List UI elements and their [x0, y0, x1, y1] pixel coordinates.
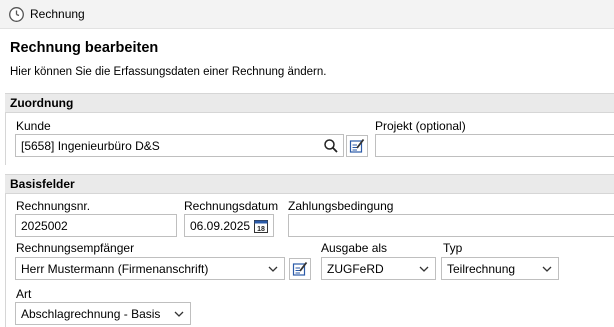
calendar-icon[interactable]: 18	[253, 218, 269, 234]
rechnungsdatum-value: 06.09.2025	[190, 219, 251, 233]
empfaenger-edit-button[interactable]	[289, 258, 311, 280]
ausgabe-label: Ausgabe als	[321, 241, 388, 255]
edit-icon	[292, 261, 308, 276]
chevron-down-icon	[268, 266, 278, 272]
clock-icon	[9, 7, 24, 22]
rechnungsnr-value: 2025002	[21, 219, 68, 233]
art-label: Art	[16, 287, 32, 301]
rechnungsnr-field[interactable]: 2025002	[15, 214, 177, 237]
window-titlebar: Rechnung	[0, 0, 614, 29]
projekt-label: Projekt (optional)	[375, 119, 466, 133]
search-icon[interactable]	[323, 138, 339, 154]
chevron-down-icon	[419, 266, 429, 272]
kunde-edit-button[interactable]	[346, 135, 368, 157]
page-title: Rechnung bearbeiten	[10, 40, 159, 56]
kunde-label: Kunde	[16, 119, 51, 133]
section-header-zuordnung: Zuordnung	[5, 93, 614, 113]
rechnungsdatum-field[interactable]: 06.09.2025 18	[184, 214, 274, 237]
typ-label: Typ	[443, 241, 463, 255]
typ-value: Teilrechnung	[447, 262, 516, 276]
kunde-field[interactable]: [5658] Ingenieurbüro D&S	[15, 134, 344, 157]
empfaenger-select[interactable]: Herr Mustermann (Firmenanschrift)	[15, 257, 285, 280]
kunde-value: [5658] Ingenieurbüro D&S	[21, 139, 160, 153]
chevron-down-icon	[174, 311, 184, 317]
ausgabe-select[interactable]: ZUGFeRD	[321, 257, 436, 280]
empfaenger-value: Herr Mustermann (Firmenanschrift)	[21, 262, 209, 276]
chevron-down-icon	[542, 266, 552, 272]
page-subtitle: Hier können Sie die Erfassungsdaten eine…	[10, 66, 327, 78]
typ-select[interactable]: Teilrechnung	[441, 257, 559, 280]
art-select[interactable]: Abschlagrechnung - Basis	[15, 302, 191, 325]
window-title: Rechnung	[30, 7, 85, 21]
art-value: Abschlagrechnung - Basis	[21, 307, 161, 321]
zahlungsbedingung-label: Zahlungsbedingung	[288, 199, 394, 213]
rechnungsdatum-label: Rechnungsdatum	[184, 199, 279, 213]
section-header-basisfelder: Basisfelder	[5, 174, 614, 194]
section-title-zuordnung: Zuordnung	[10, 96, 74, 110]
ausgabe-value: ZUGFeRD	[327, 262, 384, 276]
calendar-icon-text: 18	[257, 226, 265, 233]
zahlungsbedingung-field[interactable]	[288, 214, 614, 237]
empfaenger-label: Rechnungsempfänger	[16, 241, 135, 255]
edit-icon	[349, 138, 365, 153]
rechnungsnr-label: Rechnungsnr.	[16, 199, 91, 213]
section-title-basisfelder: Basisfelder	[10, 177, 75, 191]
projekt-field[interactable]	[375, 134, 614, 157]
